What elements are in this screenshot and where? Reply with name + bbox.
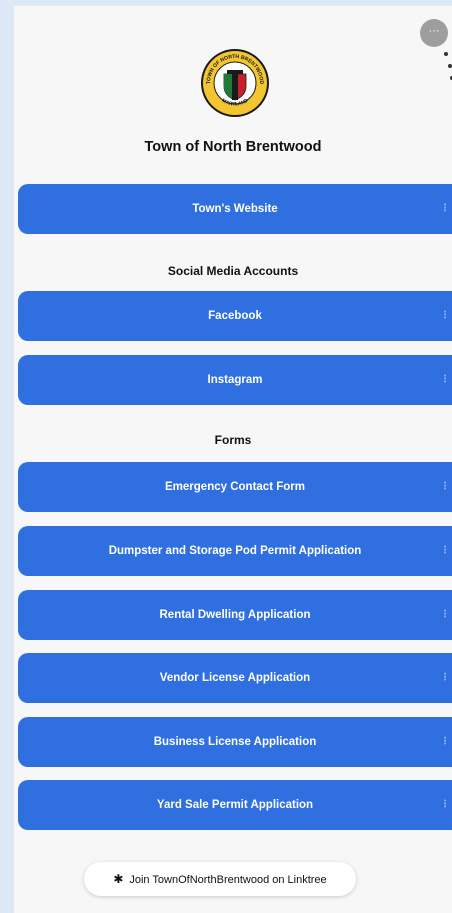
link-label: Facebook	[208, 310, 262, 322]
yard-sale-permit-link[interactable]: Yard Sale Permit Application ⋮	[18, 780, 452, 830]
rental-dwelling-link[interactable]: Rental Dwelling Application ⋮	[18, 590, 452, 640]
kebab-menu-icon[interactable]: ⋮	[440, 291, 450, 341]
social-media-heading: Social Media Accounts	[167, 264, 299, 278]
town-seal-logo: TOWN OF NORTH BRENTWOOD MARYLAND 1924	[201, 49, 269, 117]
towns-website-link[interactable]: Town's Website ⋮	[18, 184, 452, 234]
emergency-contact-form-link[interactable]: Emergency Contact Form ⋮	[18, 462, 452, 512]
ellipsis-icon: ···	[428, 25, 440, 37]
kebab-menu-icon[interactable]: ⋮	[440, 355, 450, 405]
kebab-menu-icon[interactable]: ⋮	[440, 526, 450, 576]
forms-heading: Forms	[214, 433, 252, 447]
link-label: Business License Application	[153, 736, 317, 748]
kebab-menu-icon[interactable]: ⋮	[440, 462, 450, 512]
linktree-page: ··· TOWN OF NORTH BRENTWOOD MARYLAND 192…	[14, 6, 452, 913]
facebook-link[interactable]: Facebook ⋮	[18, 291, 452, 341]
link-label: Dumpster and Storage Pod Permit Applicat…	[108, 545, 362, 557]
link-label: Town's Website	[192, 203, 278, 215]
link-label: Vendor License Application	[159, 672, 311, 684]
linktree-icon: ✱	[113, 872, 124, 886]
kebab-menu-icon[interactable]: ⋮	[440, 184, 450, 234]
kebab-menu-icon[interactable]: ⋮	[440, 590, 450, 640]
link-label: Yard Sale Permit Application	[156, 799, 314, 811]
kebab-menu-icon[interactable]: ⋮	[440, 653, 450, 703]
more-options-button[interactable]: ···	[420, 19, 448, 47]
business-license-link[interactable]: Business License Application ⋮	[18, 717, 452, 767]
join-linktree-label: Join TownOfNorthBrentwood on Linktree	[129, 874, 327, 886]
link-label: Emergency Contact Form	[165, 481, 305, 493]
svg-text:1924: 1924	[231, 101, 241, 106]
share-dots-icon[interactable]	[444, 52, 452, 88]
join-linktree-button[interactable]: ✱ Join TownOfNorthBrentwood on Linktree	[84, 862, 356, 896]
dumpster-permit-link[interactable]: Dumpster and Storage Pod Permit Applicat…	[18, 526, 452, 576]
link-label: Rental Dwelling Application	[159, 609, 311, 621]
profile-title: Town of North Brentwood	[144, 139, 322, 155]
kebab-menu-icon[interactable]: ⋮	[440, 780, 450, 830]
link-label: Instagram	[207, 374, 263, 386]
vendor-license-link[interactable]: Vendor License Application ⋮	[18, 653, 452, 703]
instagram-link[interactable]: Instagram ⋮	[18, 355, 452, 405]
kebab-menu-icon[interactable]: ⋮	[440, 717, 450, 767]
